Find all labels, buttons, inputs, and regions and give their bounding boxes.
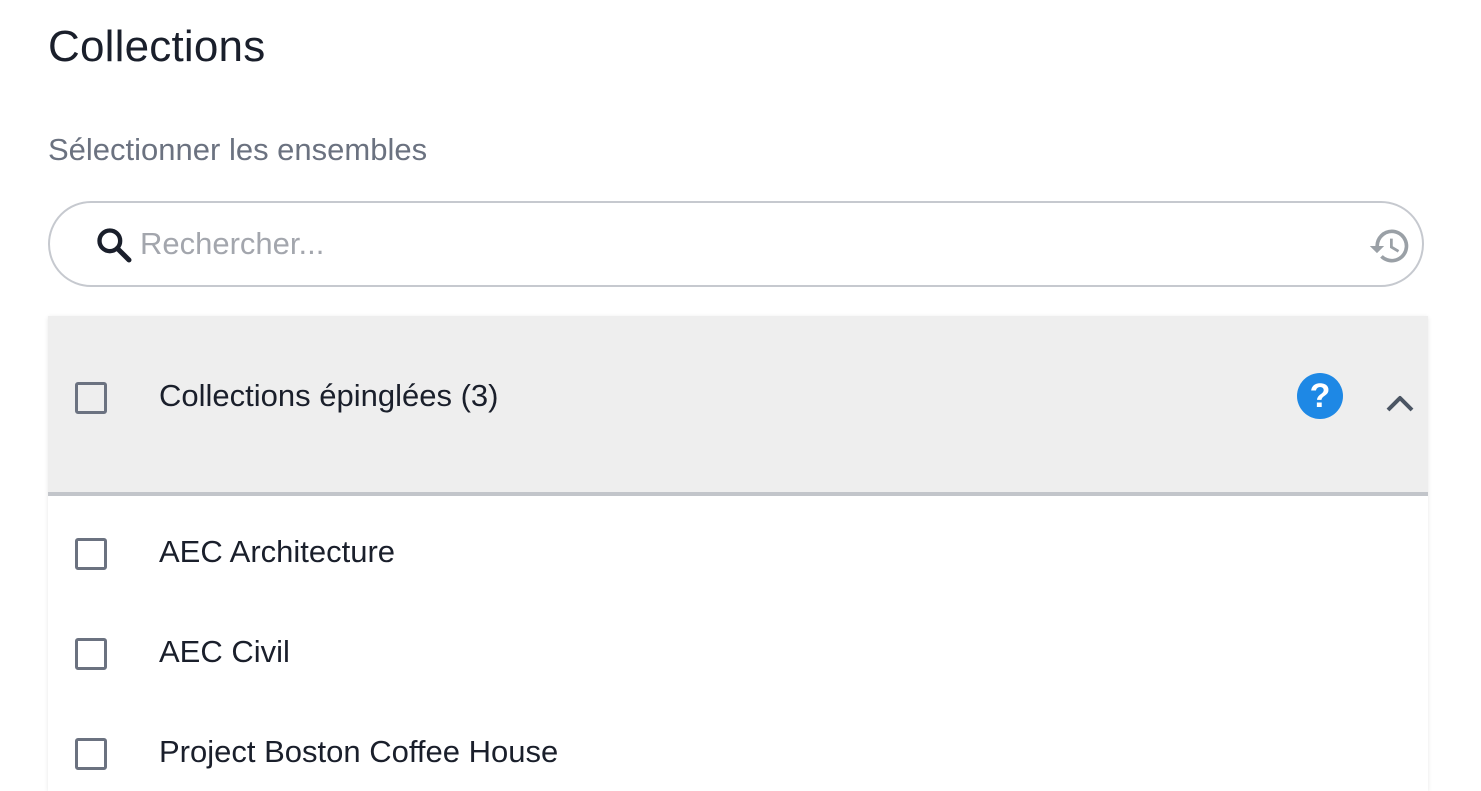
pinned-collections-checkbox[interactable] bbox=[75, 382, 107, 414]
collections-page: Collections Sélectionner les ensembles C… bbox=[0, 0, 1481, 791]
section-subtitle: Sélectionner les ensembles bbox=[48, 132, 428, 167]
collections-panel: Collections épinglées (3) ? AEC Architec… bbox=[48, 316, 1428, 791]
help-icon[interactable]: ? bbox=[1297, 373, 1343, 419]
item-checkbox[interactable] bbox=[75, 538, 107, 570]
chevron-up-icon[interactable] bbox=[1384, 392, 1416, 414]
history-icon[interactable] bbox=[1368, 224, 1412, 268]
list-item[interactable]: AEC Architecture bbox=[48, 504, 1428, 604]
page-title: Collections bbox=[48, 22, 266, 71]
list-item[interactable]: AEC Civil bbox=[48, 604, 1428, 704]
item-checkbox[interactable] bbox=[75, 738, 107, 770]
item-checkbox[interactable] bbox=[75, 638, 107, 670]
search-box[interactable] bbox=[48, 201, 1424, 287]
pinned-collections-header[interactable]: Collections épinglées (3) ? bbox=[48, 316, 1428, 496]
list-item[interactable]: Project Boston Coffee House bbox=[48, 704, 1428, 791]
search-input[interactable] bbox=[140, 217, 1340, 271]
search-icon bbox=[97, 228, 132, 263]
item-label: AEC Civil bbox=[159, 634, 290, 669]
pinned-collections-label: Collections épinglées (3) bbox=[159, 378, 499, 413]
item-label: Project Boston Coffee House bbox=[159, 734, 559, 769]
item-label: AEC Architecture bbox=[159, 534, 396, 569]
